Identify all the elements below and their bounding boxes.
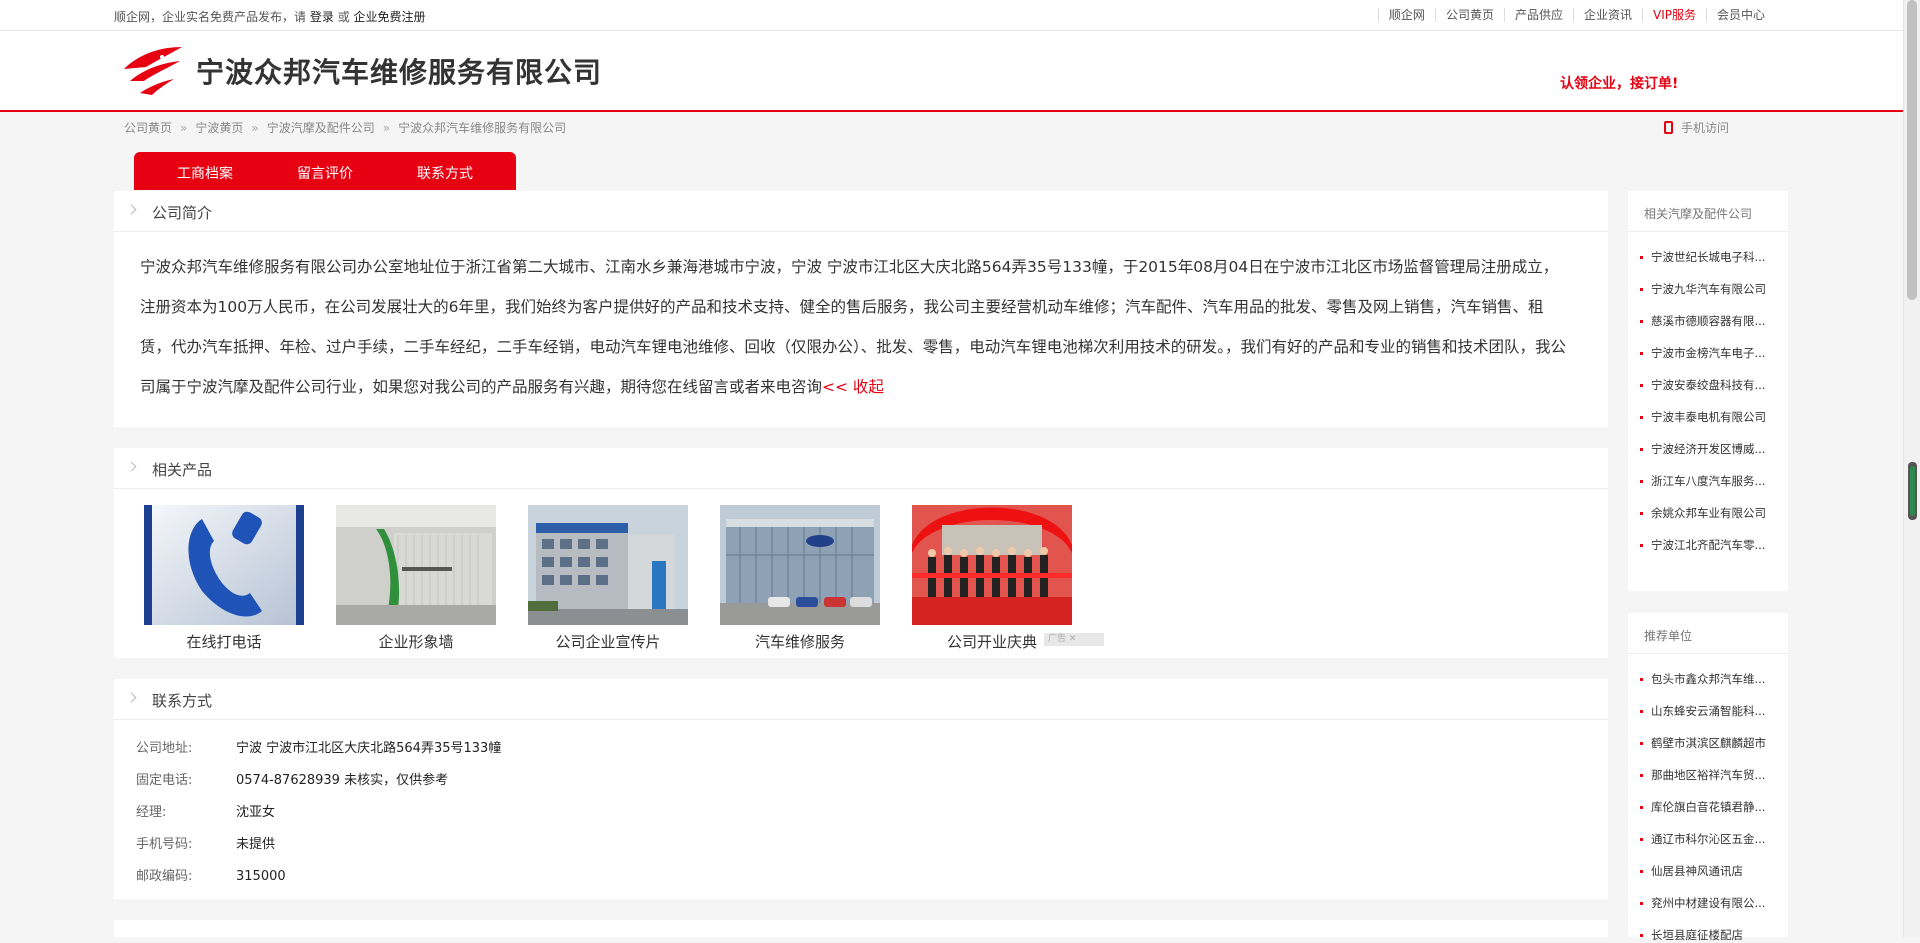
ad-badge[interactable]: 广告 ✕: [1044, 633, 1104, 646]
mobile-access[interactable]: 手机访问: [1664, 119, 1729, 136]
sidebar-recommended-item[interactable]: 山东蜂安云涌智能科...: [1640, 703, 1765, 719]
product-item[interactable]: 公司企业宣传片: [528, 505, 688, 652]
sidebar-related-item[interactable]: 宁波江北齐配汽车零...: [1640, 537, 1765, 553]
product-item[interactable]: 企业形象墙: [336, 505, 496, 652]
sidebar-related-item[interactable]: 宁波丰泰电机有限公司: [1640, 409, 1766, 425]
sidebar-recommended-item[interactable]: 兖州中材建设有限公...: [1640, 895, 1765, 911]
product-caption[interactable]: 企业形象墙: [336, 631, 496, 652]
sidebar-related-item[interactable]: 宁波市金榜汽车电子...: [1640, 345, 1765, 361]
product-caption[interactable]: 在线打电话: [144, 631, 304, 652]
collapse-link[interactable]: << 收起: [822, 378, 884, 396]
top-nav-yellowpages[interactable]: 公司黄页: [1434, 8, 1504, 22]
sidebar-recommended: 推荐单位 包头市鑫众邦汽车维... 山东蜂安云涌智能科... 鹤壁市淇滨区麒麟超…: [1628, 613, 1788, 942]
top-nav: 顺企网 公司黄页 产品供应 企业资讯 VIP服务 会员中心: [1377, 8, 1775, 22]
next-panel: [114, 920, 1608, 937]
phone-call-image[interactable]: [144, 505, 304, 625]
opening-ceremony-image[interactable]: [912, 505, 1072, 625]
chevron-right-icon: [126, 204, 137, 215]
contact-manager: 经理: 沈亚女: [136, 805, 276, 820]
breadcrumb-item[interactable]: 公司黄页: [124, 121, 172, 135]
contact-postcode: 邮政编码: 315000: [136, 869, 286, 884]
top-nav-news[interactable]: 企业资讯: [1572, 8, 1642, 22]
company-wall-image[interactable]: [336, 505, 496, 625]
intro-panel: 公司简介 宁波众邦汽车维修服务有限公司办公室地址位于浙江省第二大城市、江南水乡兼…: [114, 191, 1608, 427]
mobile-phone-icon: [1664, 121, 1673, 134]
top-nav-products[interactable]: 产品供应: [1503, 8, 1573, 22]
top-bar: 顺企网，企业实名免费产品发布，请 登录 或 企业免费注册 顺企网 公司黄页 产品…: [0, 0, 1903, 31]
sidebar-recommended-title: 推荐单位: [1644, 629, 1693, 643]
sidebar-recommended-item[interactable]: 包头市鑫众邦汽车维...: [1640, 671, 1765, 687]
mobile-access-label: 手机访问: [1681, 121, 1730, 135]
intro-body: 宁波众邦汽车维修服务有限公司办公室地址位于浙江省第二大城市、江南水乡兼海港城市宁…: [140, 247, 1570, 407]
sidebar-recommended-item[interactable]: 鹤壁市淇滨区麒麟超市: [1640, 735, 1766, 751]
top-nav-vip[interactable]: VIP服务: [1641, 8, 1706, 22]
sidebar-recommended-item[interactable]: 通辽市科尔沁区五金...: [1640, 831, 1765, 847]
breadcrumb-item[interactable]: 宁波黄页: [195, 121, 243, 135]
car-repair-image[interactable]: [720, 505, 880, 625]
scrollbar-thumb[interactable]: [1907, 0, 1917, 300]
product-item[interactable]: 汽车维修服务: [720, 505, 880, 652]
login-link[interactable]: 登录: [310, 10, 334, 24]
breadcrumb-item[interactable]: 宁波汽摩及配件公司: [267, 121, 375, 135]
page-scrollbar[interactable]: [1903, 0, 1920, 937]
product-caption[interactable]: 汽车维修服务: [720, 631, 880, 652]
chevron-right-icon: [126, 692, 137, 703]
sidebar-related-item[interactable]: 宁波九华汽车有限公司: [1640, 281, 1766, 297]
intro-paragraph: 宁波众邦汽车维修服务有限公司办公室地址位于浙江省第二大城市、江南水乡兼海港城市宁…: [140, 258, 1567, 396]
scroll-indicator-icon[interactable]: [1908, 462, 1917, 520]
sidebar-related-item[interactable]: 慈溪市德顺容器有限...: [1640, 313, 1765, 329]
sidebar-related-item[interactable]: 宁波世纪长城电子科...: [1640, 249, 1765, 265]
tab-contact[interactable]: 联系方式: [374, 152, 516, 190]
sidebar-recommended-item[interactable]: 库伦旗白音花镇君静...: [1640, 799, 1765, 815]
contact-phone: 固定电话: 0574-87628939 未核实，仅供参考: [136, 773, 449, 788]
ad-label: 广告: [1048, 634, 1067, 644]
contact-heading: 联系方式: [152, 692, 213, 710]
sidebar-related-item[interactable]: 余姚众邦车业有限公司: [1640, 505, 1766, 521]
intro-text: 顺企网，企业实名免费产品发布，请: [114, 10, 307, 24]
site-header: 宁波众邦汽车维修服务有限公司 认领企业，接订单!: [0, 31, 1903, 112]
top-nav-home[interactable]: 顺企网: [1377, 8, 1435, 22]
site-logo-icon[interactable]: [122, 45, 184, 97]
or-text: 或: [337, 10, 350, 24]
contact-address: 公司地址: 宁波 宁波市江北区大庆北路564弄35号133幢: [136, 741, 502, 756]
sidebar-recommended-item[interactable]: 仙居县神风通讯店: [1640, 863, 1743, 879]
register-link[interactable]: 企业免费注册: [354, 10, 426, 24]
product-item[interactable]: 公司开业庆典: [912, 505, 1072, 652]
top-nav-member[interactable]: 会员中心: [1705, 8, 1775, 22]
top-bar-intro: 顺企网，企业实名免费产品发布，请 登录 或 企业免费注册: [114, 8, 426, 25]
claim-slogan[interactable]: 认领企业，接订单!: [1560, 73, 1678, 93]
product-caption[interactable]: 公司企业宣传片: [528, 631, 688, 652]
sidebar-related-item[interactable]: 宁波安泰绞盘科技有...: [1640, 377, 1765, 393]
sidebar-related-title: 相关汽摩及配件公司: [1644, 207, 1753, 221]
company-video-image[interactable]: [528, 505, 688, 625]
products-panel: 相关产品 在线打电话 企业形象墙 公司企业宣传片 汽车维修服务 公司开业庆典: [114, 448, 1608, 658]
sidebar-recommended-item[interactable]: 那曲地区裕祥汽车贸...: [1640, 767, 1765, 783]
sidebar-related-item[interactable]: 宁波经济开发区博威...: [1640, 441, 1765, 457]
intro-heading: 公司简介: [152, 204, 213, 222]
sidebar-related: 相关汽摩及配件公司 宁波世纪长城电子科... 宁波九华汽车有限公司 慈溪市德顺容…: [1628, 191, 1788, 591]
company-title: 宁波众邦汽车维修服务有限公司: [196, 56, 603, 89]
breadcrumb-current: 宁波众邦汽车维修服务有限公司: [398, 121, 567, 135]
products-heading: 相关产品: [152, 461, 213, 479]
product-item[interactable]: 在线打电话: [144, 505, 304, 652]
chevron-right-icon: [126, 461, 137, 472]
contact-panel: 联系方式 公司地址: 宁波 宁波市江北区大庆北路564弄35号133幢 固定电话:…: [114, 679, 1608, 899]
contact-mobile: 手机号码: 未提供: [136, 837, 276, 852]
sidebar-related-item[interactable]: 浙江车八度汽车服务...: [1640, 473, 1765, 489]
sidebar-recommended-item[interactable]: 长垣县庭征楼配店: [1640, 927, 1743, 943]
breadcrumb: 公司黄页» 宁波黄页» 宁波汽摩及配件公司» 宁波众邦汽车维修服务有限公司: [124, 121, 567, 135]
